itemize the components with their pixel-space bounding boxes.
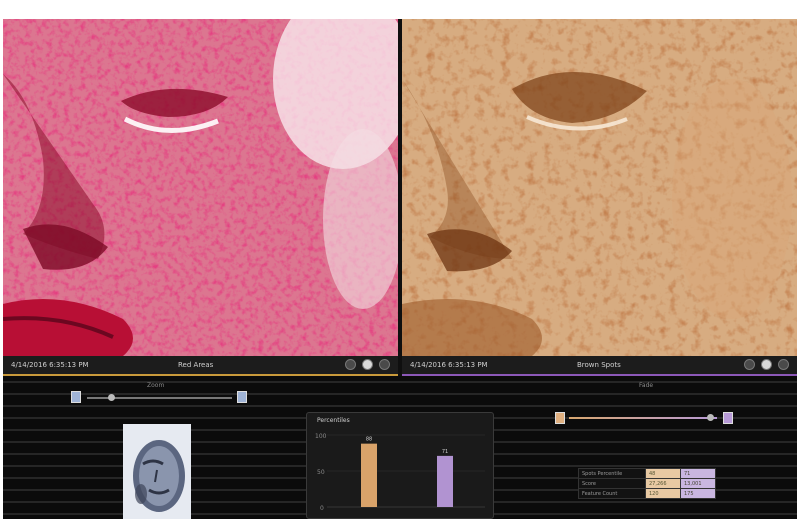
analysis-mode-select[interactable]: Brown Spots (577, 361, 621, 369)
bar-value-label: 88 (366, 437, 372, 443)
y-tick-label: 0 (320, 505, 324, 512)
analysis-mode-select[interactable]: Red Areas (178, 361, 213, 369)
options-icon[interactable] (379, 359, 390, 370)
close-icon[interactable] (361, 359, 373, 370)
zoom-in-icon[interactable] (237, 391, 247, 403)
red-areas-face-image (3, 19, 398, 356)
fade-slider-label: Fade (639, 382, 654, 389)
brown-value: 71 (680, 468, 716, 479)
brown-spots-face-image (402, 19, 797, 356)
info-icon[interactable] (344, 359, 356, 370)
brown-spots-caption-bar: 4/14/2016 6:35:13 PM Brown Spots (402, 356, 797, 376)
red-areas-caption-bar: 4/14/2016 6:35:13 PM Red Areas (3, 356, 398, 376)
red-value: 120 (645, 488, 681, 499)
row-label: Feature Count (578, 488, 646, 499)
zoom-slider-handle[interactable] (108, 394, 115, 401)
table-row: Score 27,266 13,001 (578, 478, 716, 489)
y-tick-label: 50 (317, 469, 325, 476)
fade-slider-track[interactable] (569, 417, 717, 419)
face-thumbnail[interactable] (123, 424, 191, 519)
options-icon[interactable] (778, 359, 789, 370)
info-icon[interactable] (743, 359, 755, 370)
chart-bar (361, 443, 377, 507)
fade-right-icon[interactable] (723, 412, 733, 424)
row-label: Spots Percentile (578, 468, 646, 479)
red-areas-image-panel[interactable] (3, 19, 398, 356)
y-tick-label: 100 (315, 433, 327, 440)
row-label: Score (578, 478, 646, 489)
zoom-out-icon[interactable] (71, 391, 81, 403)
table-row: Feature Count 120 175 (578, 488, 716, 499)
close-icon[interactable] (760, 359, 772, 370)
bottom-control-panel: Zoom Percentiles 100 50 0 88 71 Fade Spo… (3, 376, 797, 519)
brown-spots-image-panel[interactable] (402, 19, 797, 356)
chart-plot-area: 100 50 0 88 71 (315, 433, 485, 512)
bar-value-label: 71 (442, 449, 448, 455)
red-value: 48 (645, 468, 681, 479)
brown-value: 13,001 (680, 478, 716, 489)
app-frame: 4/14/2016 6:35:13 PM Red Areas 4/14/2016… (3, 19, 797, 519)
capture-date[interactable]: 4/14/2016 6:35:13 PM (410, 361, 488, 369)
scores-table: Spots Percentile 48 71 Score 27,266 13,0… (578, 468, 716, 499)
red-value: 27,266 (645, 478, 681, 489)
chart-bar (437, 455, 453, 507)
zoom-slider-label: Zoom (147, 382, 165, 389)
capture-date[interactable]: 4/14/2016 6:35:13 PM (11, 361, 89, 369)
percentiles-chart: Percentiles 100 50 0 88 71 (306, 412, 494, 519)
fade-left-icon[interactable] (555, 412, 565, 424)
table-row: Spots Percentile 48 71 (578, 468, 716, 479)
brown-value: 175 (680, 488, 716, 499)
fade-slider-handle[interactable] (707, 414, 714, 421)
